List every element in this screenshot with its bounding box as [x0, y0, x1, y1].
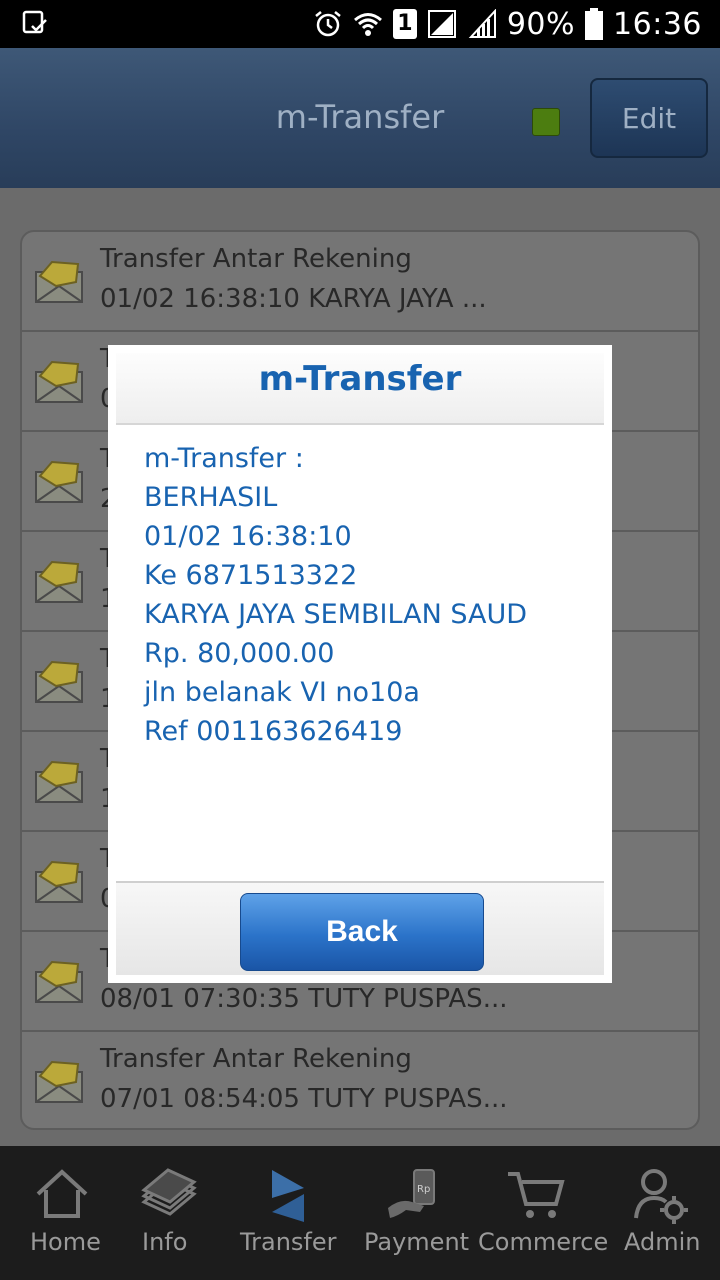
nav-label: Info [142, 1228, 188, 1256]
envelope-icon [35, 860, 83, 903]
envelope-icon [35, 260, 83, 303]
dialog-title: m-Transfer [258, 359, 462, 399]
info-icon [141, 1168, 197, 1216]
clock: 16:36 [613, 6, 702, 42]
svg-text:Rp: Rp [417, 1184, 430, 1195]
dialog-footer: Back [116, 881, 604, 975]
nav-item-transfer[interactable]: Transfer [222, 1146, 358, 1280]
envelope-icon [35, 760, 83, 803]
message-line: BERHASIL [144, 482, 278, 513]
sim-icon: 1 [392, 9, 417, 39]
envelope-icon [35, 360, 83, 403]
wifi-icon [353, 13, 382, 36]
message-line: m-Transfer : [144, 443, 304, 474]
alarm-icon [315, 11, 341, 37]
nav-item-info[interactable]: Info [122, 1146, 222, 1280]
envelope-icon [35, 1060, 83, 1103]
message-line: Ke 6871513322 [144, 560, 358, 591]
list-item-subtitle: 01/02 16:38:10 KARYA JAYA ... [100, 284, 487, 314]
message-line: KARYA JAYA SEMBILAN SAUD [144, 599, 528, 630]
nav-item-payment[interactable]: Rp Payment [358, 1146, 470, 1280]
battery-icon [585, 8, 604, 40]
transfer-icon [272, 1170, 304, 1222]
payment-icon: Rp [388, 1169, 435, 1218]
back-button[interactable]: Back [240, 893, 484, 971]
nav-label: Admin [624, 1228, 701, 1256]
screenshot-icon [22, 10, 47, 34]
envelope-icon [35, 660, 83, 703]
battery-percent: 90% [506, 6, 576, 42]
message-line: jln belanak VI no10a [144, 677, 420, 708]
result-dialog: m-Transfer m-Transfer : BERHASIL 01/02 1… [108, 345, 612, 983]
nav-label: Payment [364, 1228, 470, 1256]
nav-item-home[interactable]: Home [0, 1146, 122, 1280]
signal-icon [427, 10, 456, 38]
message-line: Rp. 80,000.00 [144, 638, 335, 669]
list-item-subtitle: 08/01 07:30:35 TUTY PUSPAS... [100, 984, 508, 1014]
list-item-subtitle: 07/01 08:54:05 TUTY PUSPAS... [100, 1084, 508, 1114]
home-icon [36, 1169, 88, 1218]
dialog-message: m-Transfer : BERHASIL 01/02 16:38:10 Ke … [116, 425, 604, 883]
list-item-title: Transfer Antar Rekening [100, 1044, 412, 1074]
bottom-nav: Home Info Transfer Rp Payment Commerce A… [0, 1146, 720, 1280]
list-item-title: Transfer Antar Rekening [100, 244, 412, 274]
nav-item-admin[interactable]: Admin [602, 1146, 720, 1280]
signal-bars-icon [468, 9, 496, 38]
edit-button[interactable]: Edit [590, 78, 708, 158]
envelope-icon [35, 460, 83, 503]
nav-label: Transfer [240, 1228, 337, 1256]
nav-label: Home [30, 1228, 101, 1256]
list-item[interactable]: Transfer Antar Rekening 07/01 08:54:05 T… [22, 1032, 698, 1128]
status-bar: 1 90% 16:36 [0, 0, 720, 48]
message-line: 01/02 16:38:10 [144, 521, 352, 552]
dialog-panel: m-Transfer m-Transfer : BERHASIL 01/02 1… [116, 353, 604, 975]
nav-label: Commerce [478, 1228, 609, 1256]
message-line: Ref 001163626419 [144, 716, 403, 747]
envelope-icon [35, 560, 83, 603]
connection-indicator [532, 108, 560, 136]
list-item[interactable]: Transfer Antar Rekening 01/02 16:38:10 K… [22, 232, 698, 332]
envelope-icon [35, 960, 83, 1003]
admin-icon [634, 1169, 688, 1224]
dialog-header: m-Transfer [116, 353, 604, 425]
nav-item-commerce[interactable]: Commerce [468, 1146, 608, 1280]
cart-icon [508, 1172, 565, 1218]
